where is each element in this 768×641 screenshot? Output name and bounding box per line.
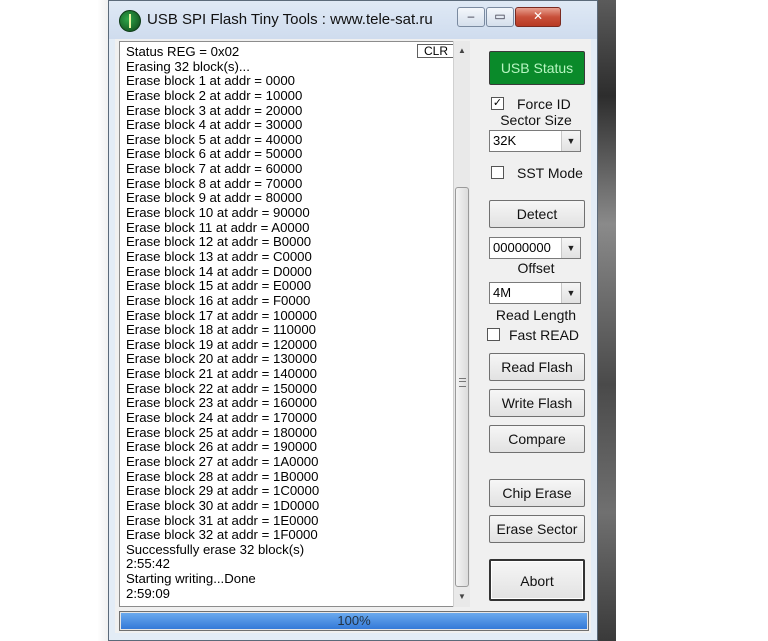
force-id-check-icon[interactable]: ✓ <box>491 97 504 110</box>
log-line: Erase block 12 at addr = B0000 <box>126 234 312 250</box>
log-line: Erase block 8 at addr = 70000 <box>126 175 303 191</box>
chip-erase-button[interactable]: Chip Erase <box>489 479 585 507</box>
scroll-up-icon[interactable]: ▲ <box>454 43 470 59</box>
scroll-down-icon[interactable]: ▼ <box>454 589 470 605</box>
read-length-label: Read Length <box>495 307 577 323</box>
log-line: Erase block 1 at addr = 0000 <box>126 73 295 89</box>
log-line: Erase block 6 at addr = 50000 <box>126 146 303 162</box>
log-line: Erase block 25 at addr = 180000 <box>126 424 317 440</box>
sector-size-label: Sector Size <box>500 112 572 128</box>
log-line: Erase block 16 at addr = F0000 <box>126 292 311 308</box>
log-scrollbar[interactable]: ▲ ▼ <box>453 41 470 607</box>
log-line: Erase block 26 at addr = 190000 <box>126 439 317 455</box>
abort-button[interactable]: Abort <box>489 559 585 601</box>
chevron-down-icon[interactable]: ▼ <box>561 131 580 151</box>
sector-size-select[interactable]: 32K ▼ <box>489 130 581 152</box>
log-line: Erase block 10 at addr = 90000 <box>126 205 310 221</box>
progress-bar: 100% <box>119 611 589 631</box>
offset-value: 00000000 <box>493 240 551 255</box>
log-line: Erase block 29 at addr = 1C0000 <box>126 483 320 499</box>
maximize-button[interactable]: ▭ <box>486 7 514 27</box>
background-right <box>596 0 616 641</box>
sst-mode-check-icon[interactable] <box>491 166 504 179</box>
compare-button[interactable]: Compare <box>489 425 585 453</box>
log-line: Erase block 4 at addr = 30000 <box>126 117 303 133</box>
read-length-select[interactable]: 4M ▼ <box>489 282 581 304</box>
fast-read-check-icon[interactable] <box>487 328 500 341</box>
close-icon: ✕ <box>532 9 544 23</box>
detect-button[interactable]: Detect <box>489 200 585 228</box>
window-title: USB SPI Flash Tiny Tools : www.tele-sat.… <box>147 11 433 28</box>
sector-size-value: 32K <box>493 133 517 148</box>
log-line: Erase block 28 at addr = 1B0000 <box>126 468 319 484</box>
log-line: Erase block 15 at addr = E0000 <box>126 278 312 294</box>
log-line: Erase block 2 at addr = 10000 <box>126 87 303 103</box>
log-line: Erase block 19 at addr = 120000 <box>126 336 317 352</box>
minimize-icon: – <box>467 9 475 23</box>
read-length-value: 4M <box>493 285 512 300</box>
log-line: 2:59:09 <box>126 585 170 601</box>
app-window: USB SPI Flash Tiny Tools : www.tele-sat.… <box>108 0 598 641</box>
log-line: Erase block 11 at addr = A0000 <box>126 219 310 235</box>
log-line: 2:55:42 <box>126 556 170 572</box>
log-line: Starting writing...Done <box>126 571 256 587</box>
log-line: Erase block 30 at addr = 1D0000 <box>126 497 320 513</box>
log-line: Erase block 9 at addr = 80000 <box>126 190 303 206</box>
log-line: Erase block 20 at addr = 130000 <box>126 351 317 367</box>
control-panel: USB Status ✓ Force ID Sector Size 32K ▼ … <box>481 39 591 609</box>
log-line: Erase block 27 at addr = 1A0000 <box>126 453 319 469</box>
write-flash-button[interactable]: Write Flash <box>489 389 585 417</box>
erase-sector-button[interactable]: Erase Sector <box>489 515 585 543</box>
log-line: Erase block 17 at addr = 100000 <box>126 307 317 323</box>
log-line: Erase block 22 at addr = 150000 <box>126 380 317 396</box>
offset-label: Offset <box>517 260 555 276</box>
title-bar[interactable]: USB SPI Flash Tiny Tools : www.tele-sat.… <box>109 1 597 39</box>
log-output[interactable]: Status REG = 0x02 Erasing 32 block(s)... E… <box>119 41 461 607</box>
log-lines: Status REG = 0x02 Erasing 32 block(s)... E… <box>126 44 320 601</box>
fast-read-label: Fast READ <box>509 327 580 343</box>
log-line: Erase block 31 at addr = 1E0000 <box>126 512 319 528</box>
log-line: Erase block 18 at addr = 110000 <box>126 322 317 338</box>
chevron-down-icon[interactable]: ▼ <box>561 283 580 303</box>
log-line: Erase block 14 at addr = D0000 <box>126 263 312 279</box>
log-line: Erase block 13 at addr = C0000 <box>126 248 312 264</box>
progress-text: 100% <box>337 613 371 628</box>
log-line: Status REG = 0x02 <box>126 44 240 59</box>
sst-mode-label: SST Mode <box>517 165 583 181</box>
log-line: Erase block 3 at addr = 20000 <box>126 102 303 118</box>
log-line: Erase block 5 at addr = 40000 <box>126 131 303 147</box>
offset-select[interactable]: 00000000 ▼ <box>489 237 581 259</box>
log-line: Erase block 7 at addr = 60000 <box>126 161 303 177</box>
app-icon[interactable] <box>119 10 141 32</box>
log-line: Erase block 23 at addr = 160000 <box>126 395 317 411</box>
usb-status-button[interactable]: USB Status <box>489 51 585 85</box>
log-line: Erase block 32 at addr = 1F0000 <box>126 527 318 543</box>
log-line: Successfully erase 32 block(s) <box>126 541 305 557</box>
force-id-label: Force ID <box>517 96 571 112</box>
log-line: Erase block 24 at addr = 170000 <box>126 410 317 426</box>
log-line: Erase block 21 at addr = 140000 <box>126 366 317 382</box>
clear-log-button[interactable]: CLR <box>417 44 455 58</box>
grip-icon <box>459 378 466 387</box>
minimize-button[interactable]: – <box>457 7 485 27</box>
read-flash-button[interactable]: Read Flash <box>489 353 585 381</box>
chevron-down-icon[interactable]: ▼ <box>561 238 580 258</box>
maximize-icon: ▭ <box>494 9 506 23</box>
log-line: Erasing 32 block(s)... <box>126 58 250 74</box>
close-button[interactable]: ✕ <box>515 7 561 27</box>
scroll-thumb[interactable] <box>455 187 469 587</box>
background-left <box>0 0 108 641</box>
client-area: Status REG = 0x02 Erasing 32 block(s)... E… <box>115 39 591 633</box>
